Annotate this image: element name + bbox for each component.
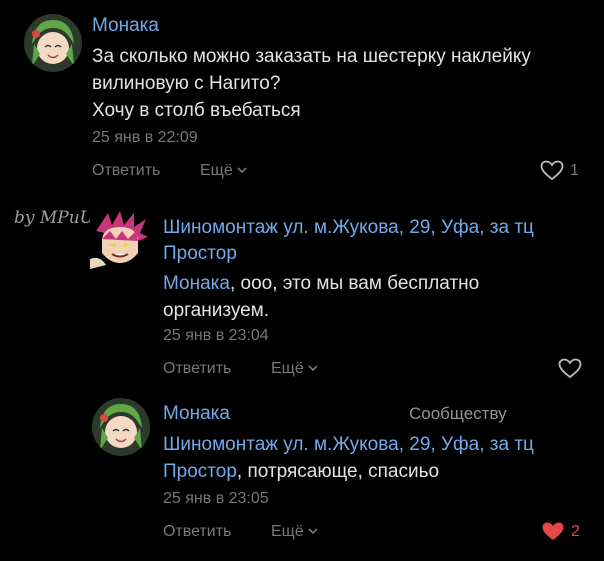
comment-author[interactable]: Монака: [163, 403, 230, 425]
comment-text-line: Хочу в столб въебаться: [92, 100, 301, 121]
comment-text-part: , ооо, это мы вам бесплатно: [229, 273, 480, 294]
like-count: 1: [570, 161, 579, 179]
like-count: 2: [571, 522, 580, 540]
more-button[interactable]: Ещё: [200, 162, 247, 180]
comment-text-line: вилиновую с Нагито?: [92, 73, 281, 94]
comment-text-part: , потрясающе, спасиьо: [236, 461, 440, 482]
more-button[interactable]: Ещё: [271, 523, 318, 541]
avatar-shinomontazh[interactable]: [90, 209, 150, 269]
avatar-monaka[interactable]: [24, 14, 82, 72]
comment-time: 25 янв в 23:04: [163, 327, 269, 344]
comment-text: Шиномонтаж ул. м.Жукова, 29, Уфа, за тц …: [163, 431, 593, 485]
more-button[interactable]: Ещё: [271, 360, 318, 378]
comment-text-line: организуем.: [163, 300, 270, 321]
comment-author[interactable]: Шиномонтаж ул. м.Жукова, 29, Уфа, за тц …: [163, 215, 534, 267]
community-badge: Сообществу: [409, 404, 507, 423]
like-button[interactable]: 1: [540, 160, 579, 181]
comment-text: За сколько можно заказать на шестерку на…: [92, 43, 592, 124]
avatar-monaka[interactable]: [92, 398, 150, 456]
mention-link[interactable]: Шиномонтаж ул. м.Жукова, 29, Уфа, за тц: [163, 431, 593, 458]
more-label: Ещё: [271, 523, 304, 540]
mention-link[interactable]: Простор: [163, 461, 237, 482]
more-label: Ещё: [200, 162, 233, 179]
heart-icon: [558, 358, 582, 379]
like-button[interactable]: 2: [541, 521, 580, 542]
like-button[interactable]: [558, 358, 588, 379]
chevron-down-icon: [308, 365, 318, 372]
author-line: Шиномонтаж ул. м.Жукова, 29, Уфа, за тц: [163, 217, 534, 238]
comment-time: 25 янв в 22:09: [92, 129, 198, 146]
chevron-down-icon: [308, 528, 318, 535]
comment-text: Монака, ооо, это мы вам бесплатно органи…: [163, 270, 593, 324]
mention-link[interactable]: Монака: [163, 273, 230, 294]
author-line: Простор: [163, 243, 237, 264]
chevron-down-icon: [237, 167, 247, 174]
heart-icon: [542, 522, 564, 540]
comment-author[interactable]: Монака: [92, 15, 159, 37]
reply-button[interactable]: Ответить: [92, 162, 160, 180]
comment-time: 25 янв в 23:05: [163, 490, 269, 507]
reply-button[interactable]: Ответить: [163, 360, 231, 378]
heart-icon: [540, 160, 564, 181]
comment-text-line: За сколько можно заказать на шестерку на…: [92, 46, 531, 67]
more-label: Ещё: [271, 360, 304, 377]
reply-button[interactable]: Ответить: [163, 523, 231, 541]
